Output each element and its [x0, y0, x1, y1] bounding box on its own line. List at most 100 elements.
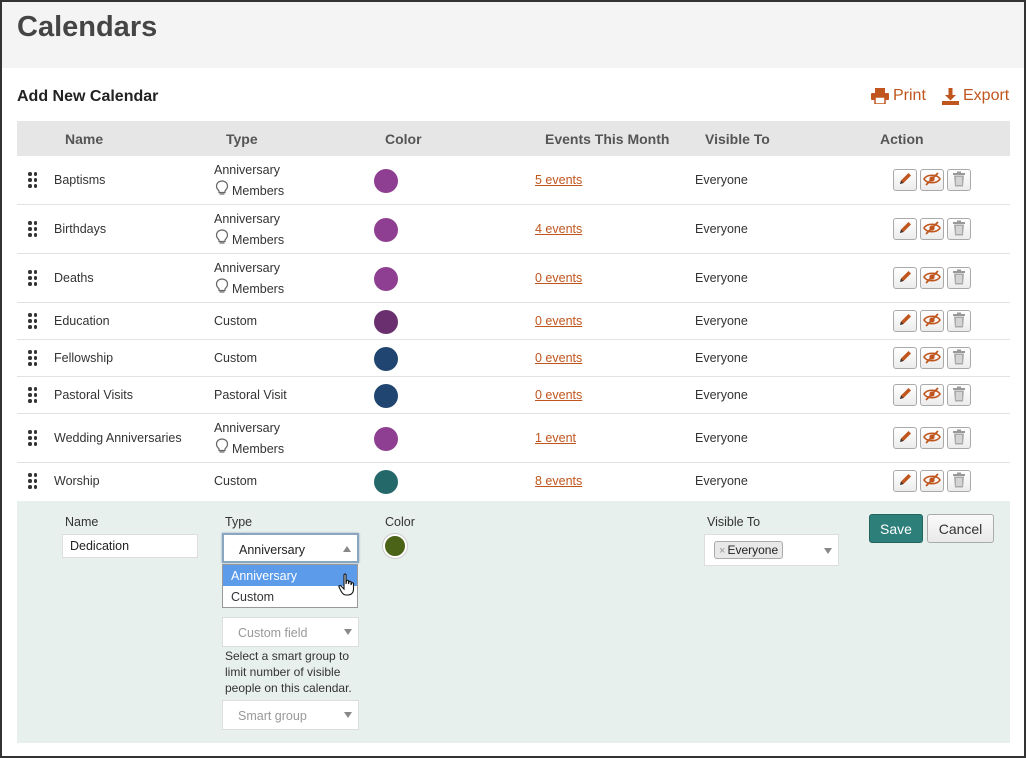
cancel-button[interactable]: Cancel: [927, 514, 994, 543]
pencil-icon: [897, 312, 913, 331]
printer-icon: [871, 88, 889, 104]
row-actions: [893, 384, 971, 406]
events-link[interactable]: 1 event: [535, 431, 576, 445]
drag-handle-icon[interactable]: [28, 387, 38, 403]
delete-button[interactable]: [947, 218, 971, 240]
eye-slash-icon: [923, 220, 941, 239]
events-link[interactable]: 0 events: [535, 388, 582, 402]
events-link[interactable]: 8 events: [535, 474, 582, 488]
delete-button[interactable]: [947, 384, 971, 406]
custom-field-placeholder: Custom field: [238, 626, 308, 640]
print-link[interactable]: Print: [871, 87, 926, 105]
color-swatch: [374, 427, 398, 451]
name-label: Name: [65, 515, 99, 529]
row-name: Wedding Anniversaries: [54, 431, 182, 445]
export-label: Export: [963, 87, 1010, 104]
edit-button[interactable]: [893, 218, 917, 240]
drag-handle-icon[interactable]: [28, 172, 38, 188]
column-header-name[interactable]: Name: [65, 131, 103, 147]
edit-button[interactable]: [893, 427, 917, 449]
row-visible-to: Everyone: [695, 173, 748, 187]
eye-slash-icon: [923, 171, 941, 190]
row-visible-to: Everyone: [695, 474, 748, 488]
table-row: Wedding Anniversaries Anniversary Member…: [17, 414, 1010, 463]
drag-handle-icon[interactable]: [28, 473, 38, 489]
row-type: Pastoral Visit: [214, 388, 287, 402]
edit-button[interactable]: [893, 470, 917, 492]
smart-group-select[interactable]: Smart group: [222, 700, 359, 730]
type-option-custom[interactable]: Custom: [223, 586, 357, 607]
type-option-anniversary[interactable]: Anniversary: [223, 565, 357, 586]
hide-button[interactable]: [920, 427, 944, 449]
new-calendar-form: Name Type Anniversary Anniversary Custom…: [17, 501, 1010, 743]
print-label: Print: [893, 87, 926, 104]
delete-button[interactable]: [947, 427, 971, 449]
delete-button[interactable]: [947, 470, 971, 492]
edit-button[interactable]: [893, 169, 917, 191]
events-link[interactable]: 0 events: [535, 351, 582, 365]
hide-button[interactable]: [920, 218, 944, 240]
hide-button[interactable]: [920, 347, 944, 369]
eye-slash-icon: [923, 429, 941, 448]
drag-handle-icon[interactable]: [28, 270, 38, 286]
app-window: Calendars Add New Calendar Print Export …: [0, 0, 1026, 758]
hide-button[interactable]: [920, 169, 944, 191]
drag-handle-icon[interactable]: [28, 221, 38, 237]
delete-button[interactable]: [947, 310, 971, 332]
row-visible-to: Everyone: [695, 271, 748, 285]
row-actions: [893, 310, 971, 332]
pencil-icon: [897, 171, 913, 190]
save-button[interactable]: Save: [869, 514, 923, 543]
remove-tag-icon[interactable]: ×: [719, 545, 725, 557]
trash-icon: [952, 472, 966, 491]
edit-button[interactable]: [893, 347, 917, 369]
name-input[interactable]: [62, 534, 198, 558]
custom-field-select[interactable]: Custom field: [222, 617, 359, 647]
row-type-source: Members: [232, 441, 285, 456]
hide-button[interactable]: [920, 384, 944, 406]
edit-button[interactable]: [893, 384, 917, 406]
row-type: Anniversary Members: [214, 210, 284, 251]
drag-handle-icon[interactable]: [28, 313, 38, 329]
events-link[interactable]: 0 events: [535, 314, 582, 328]
row-type: Custom: [214, 351, 258, 365]
column-header-events: Events This Month: [545, 131, 670, 147]
row-visible-to: Everyone: [695, 351, 748, 365]
caret-down-icon: [824, 548, 832, 554]
edit-button[interactable]: [893, 267, 917, 289]
eye-slash-icon: [923, 386, 941, 405]
delete-button[interactable]: [947, 267, 971, 289]
export-link[interactable]: Export: [942, 87, 1009, 105]
drag-handle-icon[interactable]: [28, 430, 38, 446]
events-link[interactable]: 0 events: [535, 271, 582, 285]
row-name: Fellowship: [54, 351, 114, 365]
row-type: Anniversary Members: [214, 161, 284, 202]
visible-to-tag-label: Everyone: [727, 543, 779, 557]
lightbulb-icon: [214, 180, 229, 202]
calendars-table: Name Type Color Events This Month Visibl…: [17, 121, 1010, 500]
row-visible-to: Everyone: [695, 431, 748, 445]
pencil-icon: [897, 220, 913, 239]
hide-button[interactable]: [920, 470, 944, 492]
edit-button[interactable]: [893, 310, 917, 332]
hide-button[interactable]: [920, 267, 944, 289]
color-picker[interactable]: [383, 534, 407, 558]
events-link[interactable]: 4 events: [535, 222, 582, 236]
drag-handle-icon[interactable]: [28, 350, 38, 366]
caret-up-icon: [343, 546, 351, 552]
row-actions: [893, 169, 971, 191]
events-link[interactable]: 5 events: [535, 173, 582, 187]
delete-button[interactable]: [947, 169, 971, 191]
hand-cursor-icon: [338, 573, 358, 602]
row-type-source: Members: [232, 281, 285, 296]
delete-button[interactable]: [947, 347, 971, 369]
row-type-label: Anniversary: [214, 163, 280, 177]
hide-button[interactable]: [920, 310, 944, 332]
page-title: Calendars: [17, 11, 158, 43]
smart-group-placeholder: Smart group: [238, 709, 307, 723]
type-select[interactable]: Anniversary: [222, 533, 359, 563]
lightbulb-icon: [214, 438, 229, 460]
column-header-type[interactable]: Type: [226, 131, 258, 147]
row-actions: [893, 427, 971, 449]
column-header-action: Action: [880, 131, 924, 147]
